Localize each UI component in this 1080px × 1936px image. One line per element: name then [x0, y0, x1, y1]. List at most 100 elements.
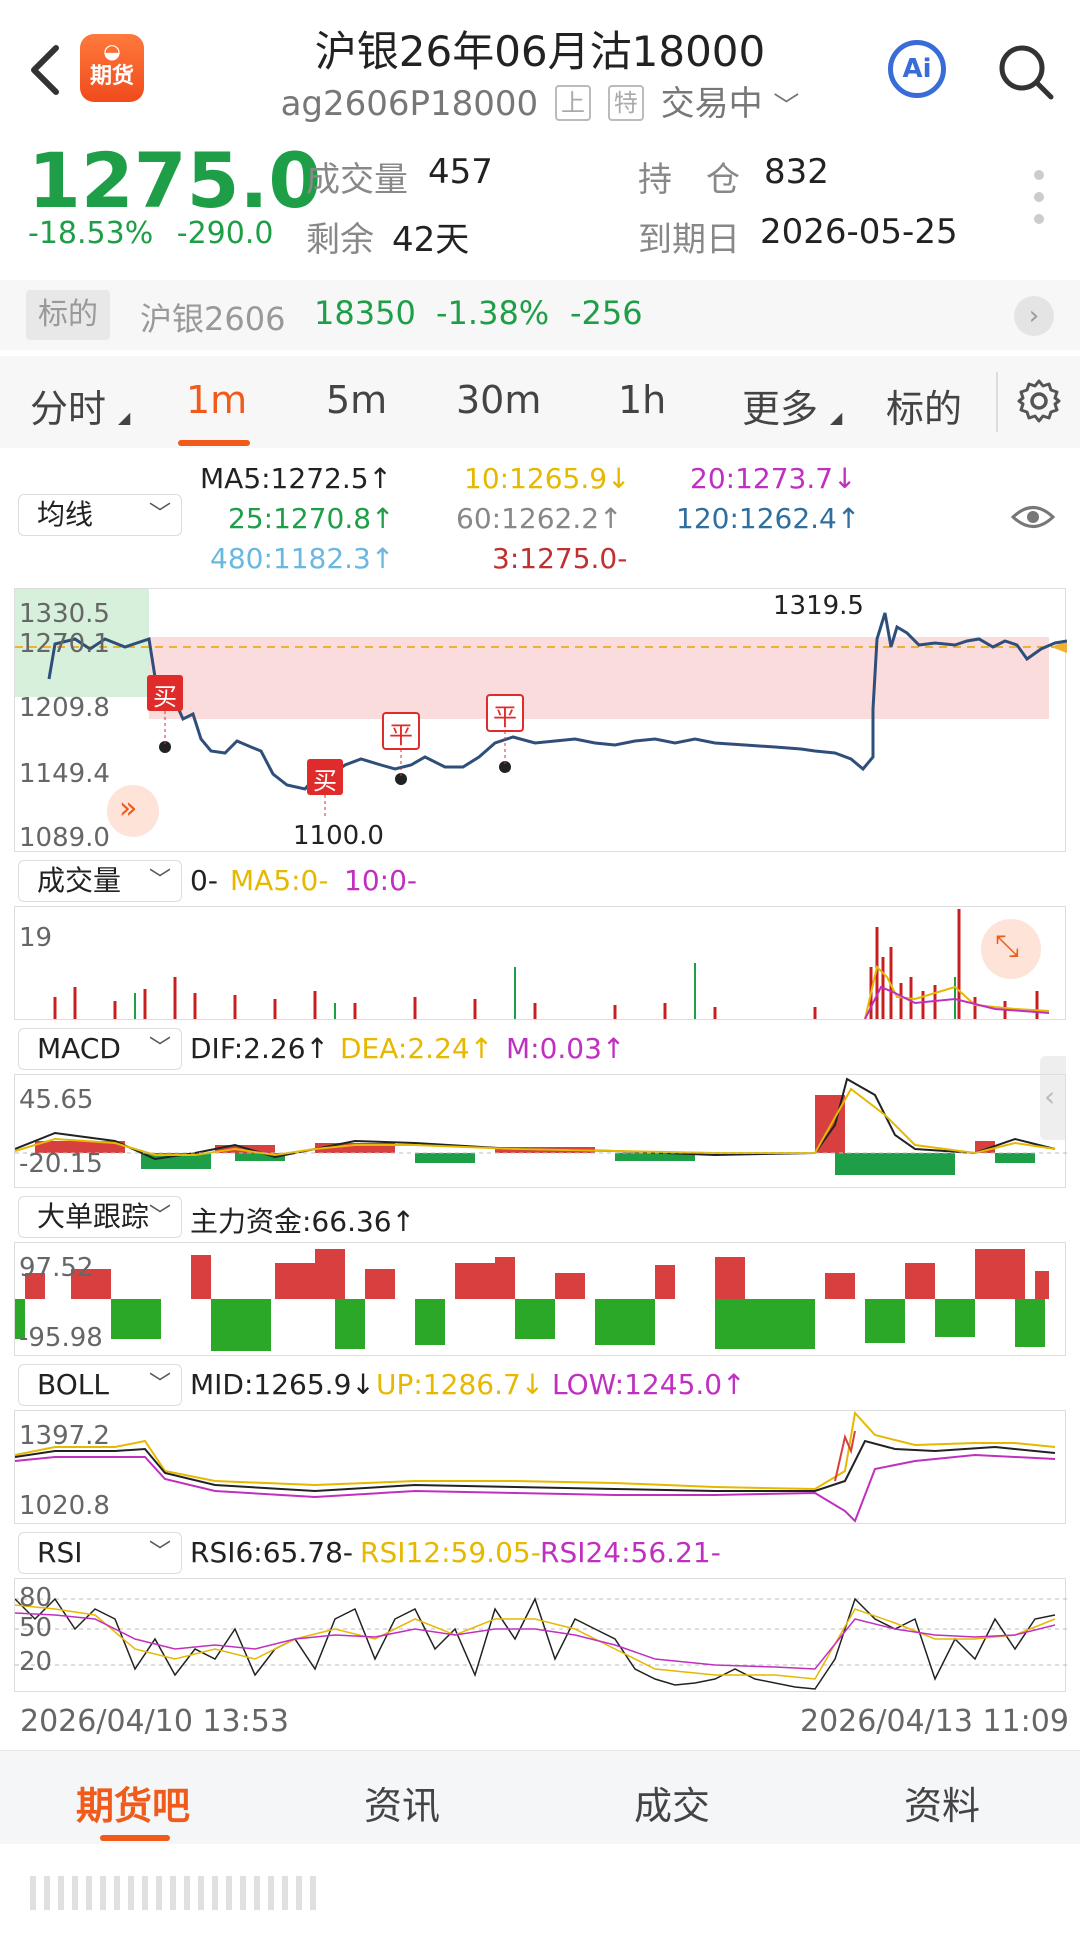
chevron-down-icon: ﹀ — [148, 868, 171, 893]
underlying-price: 18350 — [314, 294, 416, 332]
page-title: 沪银26年06月沽18000 — [314, 27, 766, 76]
ma5-value: MA5:1272.5↑ — [200, 462, 392, 495]
contract-subtitle[interactable]: ag2606P18000 上 特 交易中 ﹀ — [230, 76, 850, 125]
price-change: -18.53% -290.0 — [28, 216, 273, 251]
boll-selector[interactable]: BOLL ﹀ — [18, 1364, 182, 1406]
macd-tick-low: -20.15 — [19, 1149, 103, 1179]
tab-5m[interactable]: 5m — [326, 378, 387, 422]
tab-30m[interactable]: 30m — [456, 378, 541, 422]
buy-marker[interactable]: 买 — [153, 677, 177, 712]
blurred-placeholder — [30, 1876, 320, 1910]
price-tick-2: 1270.1 — [19, 629, 110, 659]
bottom-nav: 期货吧 资讯 成交 资料 — [0, 1750, 1080, 1844]
special-tag: 特 — [607, 85, 644, 121]
price-tick-3: 1209.8 — [19, 693, 110, 723]
start-date: 2026/04/10 13:53 — [20, 1704, 289, 1739]
volume-tick: 19 — [19, 923, 53, 953]
trading-status: 交易中 — [660, 84, 763, 124]
buy-marker[interactable]: 买 — [313, 761, 337, 796]
close-marker[interactable]: 平 — [493, 697, 517, 732]
end-date: 2026/04/13 11:09 — [800, 1704, 1069, 1739]
volume-label: 成交量 — [306, 160, 408, 200]
change-absolute: -290.0 — [176, 216, 274, 251]
rsi6-value: RSI6:65.78- — [190, 1536, 353, 1569]
chevron-down-icon: ﹀ — [148, 1372, 171, 1397]
volume-selector[interactable]: 成交量 ﹀ — [18, 860, 182, 902]
main-price-chart[interactable]: 1330.5 1270.1 1209.8 1149.4 1089.0 1319.… — [14, 588, 1067, 853]
high-price-label: 1319.5 — [773, 591, 864, 621]
nav-info[interactable]: 资料 — [904, 1775, 980, 1830]
macd-chart[interactable]: 45.65 -20.15 — [14, 1074, 1067, 1188]
tab-underlying[interactable]: 标的 — [886, 378, 962, 433]
tab-1m[interactable]: 1m — [186, 378, 247, 422]
underlying-name: 沪银2606 — [140, 300, 286, 338]
last-price: 1275.0 — [28, 136, 322, 225]
period-tabs: 分时 ◢ 1m 5m 30m 1h 更多 ◢ 标的 — [0, 356, 1080, 448]
volume-value: 0- — [190, 864, 218, 897]
ma-selector-label: 均线 — [37, 498, 94, 531]
eye-icon[interactable] — [1010, 500, 1056, 534]
ma20-value: 20:1273.7↓ — [690, 462, 857, 495]
pink-zone — [149, 637, 1049, 719]
more-options-icon[interactable] — [1034, 170, 1044, 236]
macd-dif: DIF:2.26↑ — [190, 1032, 329, 1065]
search-icon[interactable] — [996, 42, 1056, 102]
nav-news[interactable]: 资讯 — [364, 1775, 440, 1830]
boll-low: LOW:1245.0↑ — [552, 1368, 746, 1401]
boll-up: UP:1286.7↓ — [376, 1368, 545, 1401]
price-tick-5: 1089.0 — [19, 823, 110, 853]
price-tick-1: 1330.5 — [19, 599, 110, 629]
volume-ma10: 10:0- — [344, 864, 417, 897]
macd-m: M:0.03↑ — [506, 1032, 626, 1065]
expand-arrows-icon[interactable]: » — [119, 791, 137, 826]
macd-selector[interactable]: MACD ﹀ — [18, 1028, 182, 1070]
bigorder-selector[interactable]: 大单跟踪 ﹀ — [18, 1196, 182, 1238]
tab-more[interactable]: 更多 — [742, 378, 818, 433]
back-arrow-icon[interactable] — [22, 40, 72, 100]
chevron-down-icon: ﹀ — [148, 1204, 171, 1229]
ma25-value: 25:1270.8↑ — [228, 502, 395, 535]
fullscreen-icon[interactable]: ⤡ — [995, 929, 1019, 964]
boll-chart[interactable]: 1397.2 1020.8 — [14, 1410, 1066, 1524]
volume-chart[interactable]: 19 ⤡ — [14, 906, 1066, 1020]
boll-selector-label: BOLL — [37, 1368, 109, 1401]
macd-dea: DEA:2.24↑ — [340, 1032, 494, 1065]
rsi-selector[interactable]: RSI ﹀ — [18, 1532, 182, 1574]
exchange-tag: 上 — [554, 85, 591, 121]
chevron-down-icon: ﹀ — [148, 1036, 171, 1061]
tab-1h[interactable]: 1h — [618, 378, 666, 422]
macd-selector-label: MACD — [37, 1032, 121, 1065]
time-axis: 2026/04/10 13:53 2026/04/13 11:09 — [0, 1700, 1080, 1744]
price-line-svg — [15, 589, 1067, 837]
ma-selector[interactable]: 均线 ﹀ — [18, 494, 182, 536]
gear-icon[interactable] — [1016, 378, 1062, 424]
nav-forum[interactable]: 期货吧 — [76, 1775, 190, 1830]
boll-tick-high: 1397.2 — [19, 1421, 110, 1451]
tab-intraday[interactable]: 分时 — [30, 378, 106, 433]
underlying-tag: 标的 — [26, 290, 110, 340]
ai-assistant-button[interactable]: Ai — [888, 40, 946, 98]
ma60-value: 60:1262.2↑ — [456, 502, 623, 535]
rsi-tick-80: 80 — [19, 1583, 53, 1613]
rsi-chart[interactable]: 80 50 20 — [14, 1578, 1067, 1692]
bigorder-chart[interactable]: 97.52 -95.98 — [14, 1242, 1066, 1356]
volume-value: 457 — [428, 152, 493, 192]
chevron-right-icon[interactable]: › — [1014, 296, 1054, 336]
underlying-bar[interactable]: 标的 沪银2606 18350 -1.38% -256 › — [0, 280, 1080, 350]
macd-tick-high: 45.65 — [19, 1085, 94, 1115]
underlying-change-absolute: -256 — [570, 294, 643, 332]
bigorder-svg — [15, 1249, 1049, 1351]
nav-trades[interactable]: 成交 — [634, 1775, 710, 1830]
rsi-selector-label: RSI — [37, 1536, 83, 1569]
logo-label: 期货 — [89, 64, 134, 89]
close-marker[interactable]: 平 — [389, 715, 413, 750]
header: ◒ 期货 沪银26年06月沽18000 ag2606P18000 上 特 交易中… — [0, 0, 1080, 130]
rsi-svg — [15, 1597, 1067, 1690]
open-interest-value: 832 — [764, 152, 829, 192]
bigorder-tick-low: -95.98 — [19, 1323, 103, 1353]
expiry-label: 到期日 — [638, 220, 740, 260]
boll-mid: MID:1265.9↓ — [190, 1368, 375, 1401]
price-tick-4: 1149.4 — [19, 759, 110, 789]
ma120-value: 120:1262.4↑ — [676, 502, 861, 535]
chevron-down-icon: ﹀ — [148, 1540, 171, 1565]
